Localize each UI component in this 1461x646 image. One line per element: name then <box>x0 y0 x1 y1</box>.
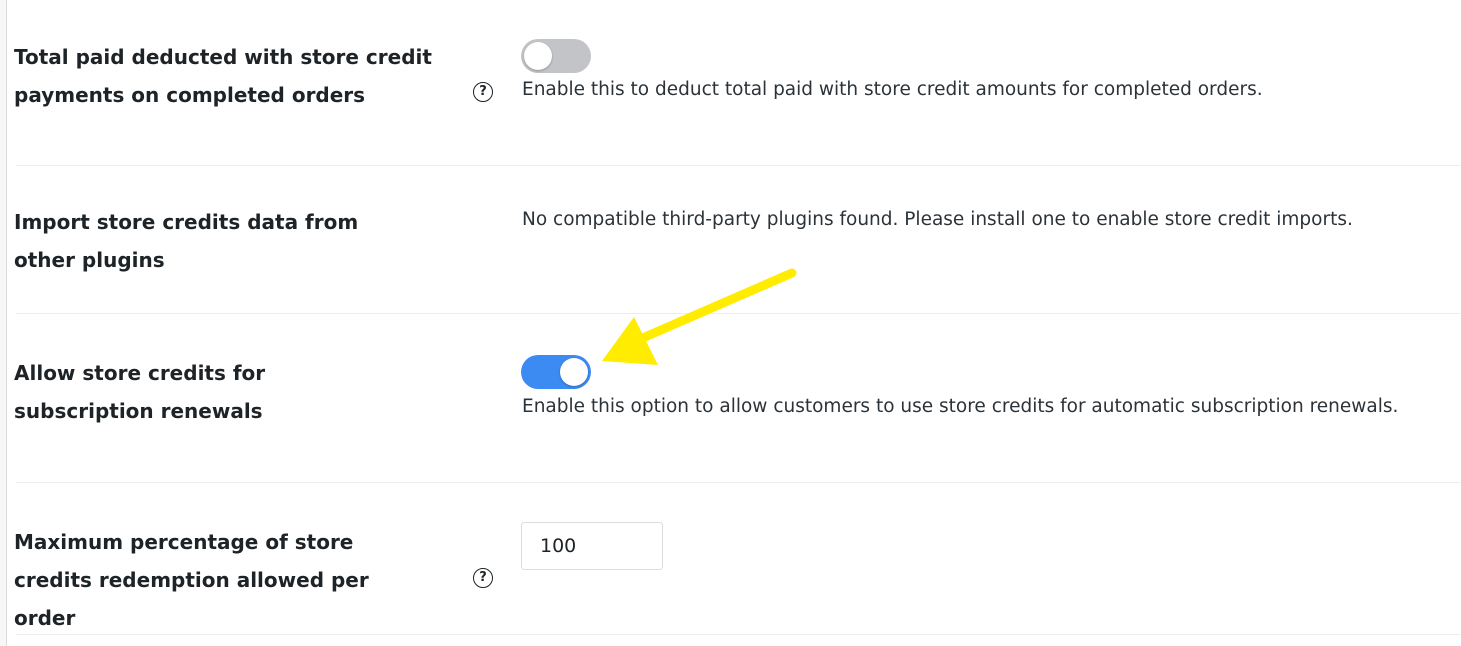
setting-label: Import store credits data from other plu… <box>14 210 359 272</box>
setting-label: Allow store credits for subscription ren… <box>14 361 266 423</box>
toggle-knob <box>524 42 552 70</box>
help-icon[interactable]: ? <box>473 568 493 588</box>
setting-description: No compatible third-party plugins found.… <box>522 209 1353 230</box>
setting-label: Total paid deducted with store credit pa… <box>14 45 432 107</box>
help-icon[interactable]: ? <box>473 82 493 102</box>
setting-description: Enable this to deduct total paid with st… <box>522 79 1263 100</box>
max-percentage-input[interactable] <box>521 522 663 570</box>
setting-label: Maximum percentage of store credits rede… <box>14 530 369 630</box>
row-divider <box>16 165 1460 166</box>
deduct-total-paid-toggle[interactable] <box>521 39 591 73</box>
subscription-renewals-toggle[interactable] <box>521 355 591 389</box>
setting-description: Enable this option to allow customers to… <box>522 396 1399 417</box>
toggle-knob <box>560 358 588 386</box>
yellow-arrow-annotation <box>602 268 797 365</box>
row-divider <box>16 634 1460 635</box>
left-edge <box>0 0 7 646</box>
row-divider <box>16 482 1460 483</box>
